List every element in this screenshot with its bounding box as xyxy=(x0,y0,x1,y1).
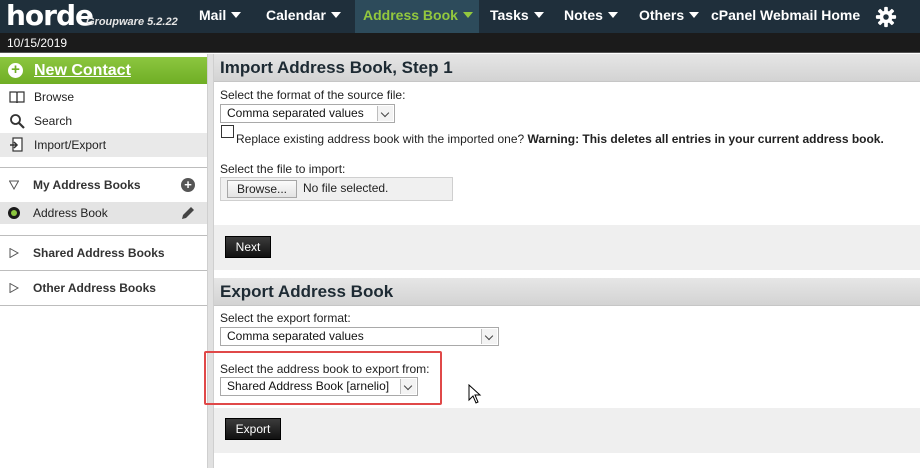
nav-mail-label: Mail xyxy=(199,7,227,23)
replace-question: Replace existing address book with the i… xyxy=(236,132,525,146)
radio-selected-icon xyxy=(8,207,20,219)
add-address-book-icon[interactable]: + xyxy=(181,178,195,192)
no-file-text: No file selected. xyxy=(303,181,389,195)
export-section-title: Export Address Book xyxy=(214,278,920,306)
mouse-cursor-icon xyxy=(468,384,482,404)
divider xyxy=(0,305,207,306)
triangle-right-icon xyxy=(9,248,19,258)
replace-checkbox[interactable] xyxy=(221,125,234,138)
nav-calendar-label: Calendar xyxy=(266,7,326,23)
chevron-down-icon xyxy=(533,12,544,18)
replace-label: Replace existing address book with the i… xyxy=(236,132,884,146)
replace-warning: Warning: This deletes all entries in you… xyxy=(527,132,884,146)
import-section-title: Import Address Book, Step 1 xyxy=(214,54,920,82)
sidebar-item-browse[interactable]: Browse xyxy=(0,85,207,109)
export-source-select[interactable]: Shared Address Book [arnelio] xyxy=(220,377,418,396)
export-button[interactable]: Export xyxy=(225,418,281,440)
import-button-bar: Next xyxy=(214,225,920,270)
export-source-value: Shared Address Book [arnelio] xyxy=(227,379,390,393)
export-format-select[interactable]: Comma separated values xyxy=(220,327,499,346)
sidebar-item-import-export[interactable]: Import/Export xyxy=(0,133,207,157)
import-file-label: Select the file to import: xyxy=(220,162,346,176)
other-address-books-label: Other Address Books xyxy=(33,281,156,295)
new-contact-label: New Contact xyxy=(34,62,131,79)
other-address-books-header[interactable]: Other Address Books xyxy=(0,271,207,305)
nav-cpanel-home-label: cPanel Webmail Home xyxy=(711,7,861,23)
sidebar-item-search-label: Search xyxy=(34,114,73,128)
import-export-icon xyxy=(10,137,23,152)
nav-address-book[interactable]: Address Book xyxy=(355,0,479,33)
top-navigation-bar: horde Groupware 5.2.22 Mail Calendar Add… xyxy=(0,0,920,33)
address-book-label: Address Book xyxy=(33,206,108,220)
chevron-down-icon xyxy=(689,12,700,18)
nav-others-label: Others xyxy=(639,7,685,23)
next-button[interactable]: Next xyxy=(225,236,271,258)
browse-button[interactable]: Browse... xyxy=(227,180,297,198)
nav-others[interactable]: Others xyxy=(631,0,707,33)
chevron-down-icon xyxy=(607,12,618,18)
nav-notes-label: Notes xyxy=(564,7,603,23)
import-format-select[interactable]: Comma separated values xyxy=(220,104,395,123)
nav-cpanel-home[interactable]: cPanel Webmail Home xyxy=(703,0,868,33)
logo-text: horde xyxy=(6,0,94,32)
file-input[interactable]: Browse... No file selected. xyxy=(220,177,453,201)
sidebar-splitter[interactable] xyxy=(207,54,214,468)
pencil-icon[interactable] xyxy=(180,205,196,221)
chevron-down-icon xyxy=(400,379,416,394)
chevron-down-icon xyxy=(377,106,393,121)
new-contact-button[interactable]: + New Contact xyxy=(0,57,207,84)
import-format-label: Select the format of the source file: xyxy=(220,88,406,102)
current-date: 10/15/2019 xyxy=(7,36,68,50)
search-icon xyxy=(10,114,25,129)
nav-address-book-label: Address Book xyxy=(363,7,458,23)
export-source-label: Select the address book to export from: xyxy=(220,362,430,376)
chevron-down-icon xyxy=(330,12,341,18)
main-content: Import Address Book, Step 1 Select the f… xyxy=(204,54,920,468)
my-address-books-header[interactable]: My Address Books + xyxy=(0,168,207,202)
export-button-bar: Export xyxy=(214,408,920,453)
import-format-value: Comma separated values xyxy=(227,106,364,120)
sidebar-item-address-book[interactable]: Address Book xyxy=(0,202,207,224)
triangle-right-icon xyxy=(9,283,19,293)
shared-address-books-header[interactable]: Shared Address Books xyxy=(0,236,207,270)
nav-tasks-label: Tasks xyxy=(490,7,529,23)
app-version: Groupware 5.2.22 xyxy=(86,16,178,28)
nav-tasks[interactable]: Tasks xyxy=(482,0,552,33)
nav-notes[interactable]: Notes xyxy=(556,0,626,33)
export-format-label: Select the export format: xyxy=(220,311,351,325)
nav-calendar[interactable]: Calendar xyxy=(258,0,349,33)
date-bar: 10/15/2019 xyxy=(0,33,920,53)
sidebar: + New Contact Browse Search Import/Expor… xyxy=(0,54,207,468)
sidebar-item-search[interactable]: Search xyxy=(0,109,207,133)
export-format-value: Comma separated values xyxy=(227,329,364,343)
nav-mail[interactable]: Mail xyxy=(191,0,249,33)
chevron-down-icon xyxy=(462,12,473,18)
plus-icon: + xyxy=(8,62,23,78)
chevron-down-icon xyxy=(231,12,242,18)
sidebar-item-import-export-label: Import/Export xyxy=(34,138,107,152)
chevron-down-icon xyxy=(481,329,497,344)
sidebar-item-browse-label: Browse xyxy=(34,90,75,104)
triangle-down-icon xyxy=(9,180,19,190)
book-icon xyxy=(9,91,25,104)
my-address-books-label: My Address Books xyxy=(33,178,141,192)
shared-address-books-label: Shared Address Books xyxy=(33,246,165,260)
gear-icon[interactable] xyxy=(875,6,897,28)
